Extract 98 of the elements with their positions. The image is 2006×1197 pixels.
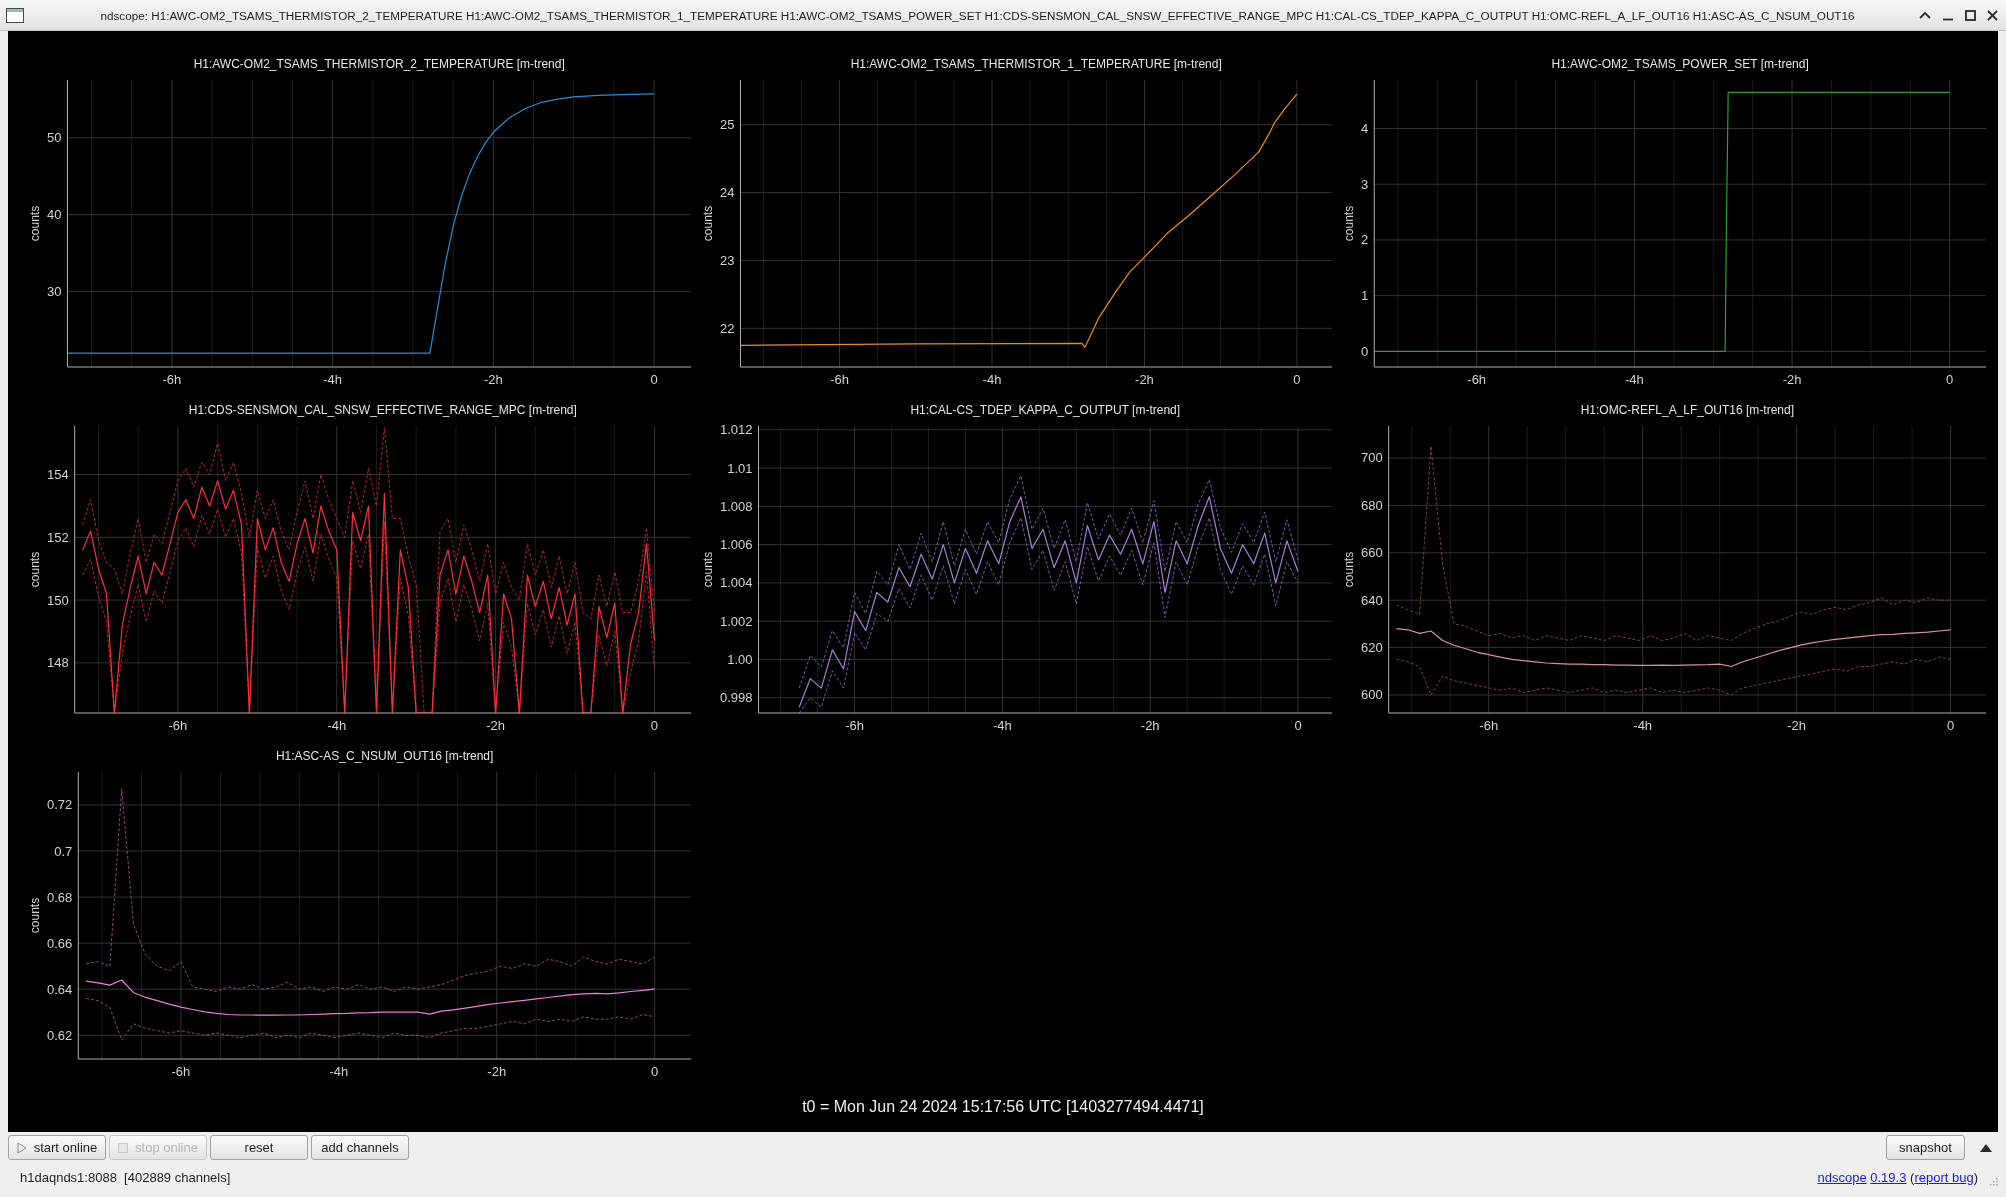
play-icon bbox=[16, 1141, 27, 1154]
x-tick-label: -4h bbox=[327, 718, 347, 733]
close-icon[interactable] bbox=[1987, 9, 1998, 21]
x-tick-label: 0 bbox=[650, 372, 658, 387]
y-tick-label: 150 bbox=[47, 592, 69, 608]
y-tick-label: 1.008 bbox=[720, 498, 753, 514]
x-tick-label: -2h bbox=[1787, 718, 1807, 733]
y-tick-label: 680 bbox=[1361, 497, 1383, 513]
y-tick-label: 23 bbox=[720, 253, 735, 268]
x-tick-label: 0 bbox=[651, 1064, 659, 1079]
link[interactable]: report bug bbox=[1914, 1170, 1974, 1185]
y-tick-label: 620 bbox=[1361, 640, 1383, 656]
y-axis-label: counts bbox=[28, 205, 42, 242]
chart-title: H1:ASC-AS_C_NSUM_OUT16 [m-trend] bbox=[275, 749, 494, 763]
x-tick-label: -4h bbox=[982, 372, 1002, 387]
x-tick-label: -6h bbox=[830, 372, 849, 387]
x-tick-label: -2h bbox=[487, 1064, 507, 1079]
y-tick-label: 154 bbox=[47, 467, 69, 483]
toolbar-button[interactable]: start online bbox=[8, 1135, 106, 1160]
y-tick-label: 700 bbox=[1361, 450, 1383, 466]
chart-title: H1:OMC-REFL_A_LF_OUT16 [m-trend] bbox=[1580, 403, 1795, 417]
y-tick-label: 25 bbox=[720, 117, 735, 133]
x-tick-label: -2h bbox=[483, 372, 503, 387]
y-tick-label: 0.62 bbox=[47, 1027, 73, 1043]
y-axis-label: counts bbox=[1342, 551, 1356, 588]
y-tick-label: 0.68 bbox=[47, 889, 73, 905]
link[interactable]: 0.19.3 bbox=[1870, 1170, 1907, 1185]
x-tick-label: -6h bbox=[1479, 718, 1499, 733]
y-tick-label: 3 bbox=[1361, 176, 1369, 192]
y-tick-label: 0.72 bbox=[47, 797, 73, 813]
y-tick-label: 0.64 bbox=[47, 981, 73, 997]
chevron-up-icon[interactable] bbox=[1919, 11, 1931, 19]
y-axis-label: counts bbox=[28, 551, 42, 588]
y-axis-label: counts bbox=[701, 205, 715, 242]
stop-icon bbox=[118, 1142, 129, 1153]
link[interactable]: ndscope bbox=[1817, 1170, 1867, 1185]
x-tick-label: -4h bbox=[323, 372, 342, 387]
y-tick-label: 4 bbox=[1361, 121, 1369, 136]
y-tick-label: 22 bbox=[720, 320, 735, 336]
connection-status: h1daqnds1:8088 [402889 channels] bbox=[20, 1170, 231, 1185]
x-tick-label: -6h bbox=[162, 372, 182, 387]
size-grip-icon[interactable] bbox=[1990, 1178, 1998, 1186]
toolbar-button[interactable]: add channels bbox=[311, 1135, 409, 1160]
chart-title: H1:AWC-OM2_TSAMS_THERMISTOR_1_TEMPERATURE [m-trend] bbox=[850, 57, 1222, 71]
toolbar-button[interactable]: snapshot bbox=[1886, 1135, 1965, 1160]
y-axis-label: counts bbox=[28, 897, 42, 934]
y-tick-label: 50 bbox=[47, 130, 62, 146]
y-tick-label: 148 bbox=[47, 655, 69, 671]
y-tick-label: 640 bbox=[1361, 592, 1383, 608]
chart-title: H1:CDS-SENSMON_CAL_SNSW_EFFECTIVE_RANGE_MPC [m-trend] bbox=[188, 403, 577, 417]
y-tick-label: 600 bbox=[1361, 687, 1383, 703]
y-tick-label: 2 bbox=[1361, 232, 1369, 248]
x-tick-label: -6h bbox=[1467, 372, 1487, 387]
y-tick-label: 0.66 bbox=[47, 935, 73, 951]
x-tick-label: -2h bbox=[1135, 372, 1154, 387]
y-tick-label: 1 bbox=[1361, 288, 1369, 304]
y-tick-label: 660 bbox=[1361, 545, 1383, 561]
x-tick-label: -6h bbox=[171, 1064, 191, 1079]
y-tick-label: 152 bbox=[47, 529, 69, 545]
x-tick-label: 0 bbox=[1946, 372, 1954, 387]
y-tick-label: 1.002 bbox=[720, 613, 753, 629]
version-info: ndscope 0.19.3 (report bug) bbox=[1817, 1170, 1978, 1185]
y-tick-label: 0 bbox=[1361, 343, 1369, 359]
chart-title: H1:AWC-OM2_TSAMS_THERMISTOR_2_TEMPERATURE [m-trend] bbox=[193, 57, 565, 71]
x-tick-label: -6h bbox=[168, 718, 188, 733]
y-tick-label: 1.004 bbox=[720, 575, 753, 591]
x-tick-label: 0 bbox=[1946, 718, 1955, 733]
x-tick-label: -4h bbox=[329, 1064, 349, 1079]
y-tick-label: 1.012 bbox=[720, 422, 753, 438]
chart-title: H1:CAL-CS_TDEP_KAPPA_C_OUTPUT [m-trend] bbox=[910, 403, 1181, 417]
y-tick-label: 1.01 bbox=[727, 460, 753, 476]
t0-label: t0 = Mon Jun 24 2024 15:17:56 UTC [1403277494.4471] bbox=[802, 1098, 1204, 1116]
x-tick-label: 0 bbox=[650, 718, 659, 733]
window-icon[interactable] bbox=[6, 7, 24, 23]
x-tick-label: -2h bbox=[486, 718, 505, 733]
maximize-icon[interactable] bbox=[1965, 9, 1976, 21]
y-tick-label: 24 bbox=[720, 185, 735, 201]
x-tick-label: -6h bbox=[845, 718, 864, 733]
triangle-up-icon[interactable] bbox=[1980, 1143, 1992, 1152]
x-tick-label: -4h bbox=[993, 718, 1012, 733]
y-tick-label: 40 bbox=[47, 207, 62, 223]
chart-title: H1:AWC-OM2_TSAMS_POWER_SET [m-trend] bbox=[1551, 57, 1809, 71]
y-tick-label: 30 bbox=[47, 284, 62, 300]
x-tick-label: 0 bbox=[1294, 718, 1302, 733]
y-tick-label: 0.998 bbox=[720, 690, 753, 706]
x-tick-label: -2h bbox=[1782, 372, 1802, 387]
y-axis-label: counts bbox=[701, 551, 715, 588]
toolbar-button[interactable]: reset bbox=[210, 1135, 308, 1160]
y-tick-label: 0.7 bbox=[54, 843, 73, 859]
minimize-icon[interactable] bbox=[1942, 17, 1954, 21]
y-tick-label: 1.00 bbox=[727, 651, 753, 667]
window-title: ndscope: H1:AWC-OM2_TSAMS_THERMISTOR_2_TEMPERATURE H1:AWC-OM2_TSAMS_THERMISTOR_1_TEMPERATURE H1:AWC-OM2_TSAMS_POWER_SET H1:CDS-SENSMON_CAL_SNSW_EFFECTIVE_RANGE_MPC H1:CAL-CS_TDEP_KAPPA_C_OUTPUT H1:OMC-REFL_A_LF_OUT16 H1:ASC-AS_C_NSUM_OUT16 bbox=[100, 8, 1855, 22]
x-tick-label: -4h bbox=[1633, 718, 1653, 733]
x-tick-label: 0 bbox=[1293, 372, 1301, 387]
x-tick-label: -2h bbox=[1140, 718, 1160, 733]
x-tick-label: -4h bbox=[1625, 372, 1644, 387]
y-tick-label: 1.006 bbox=[720, 537, 753, 553]
y-axis-label: counts bbox=[1342, 205, 1356, 242]
